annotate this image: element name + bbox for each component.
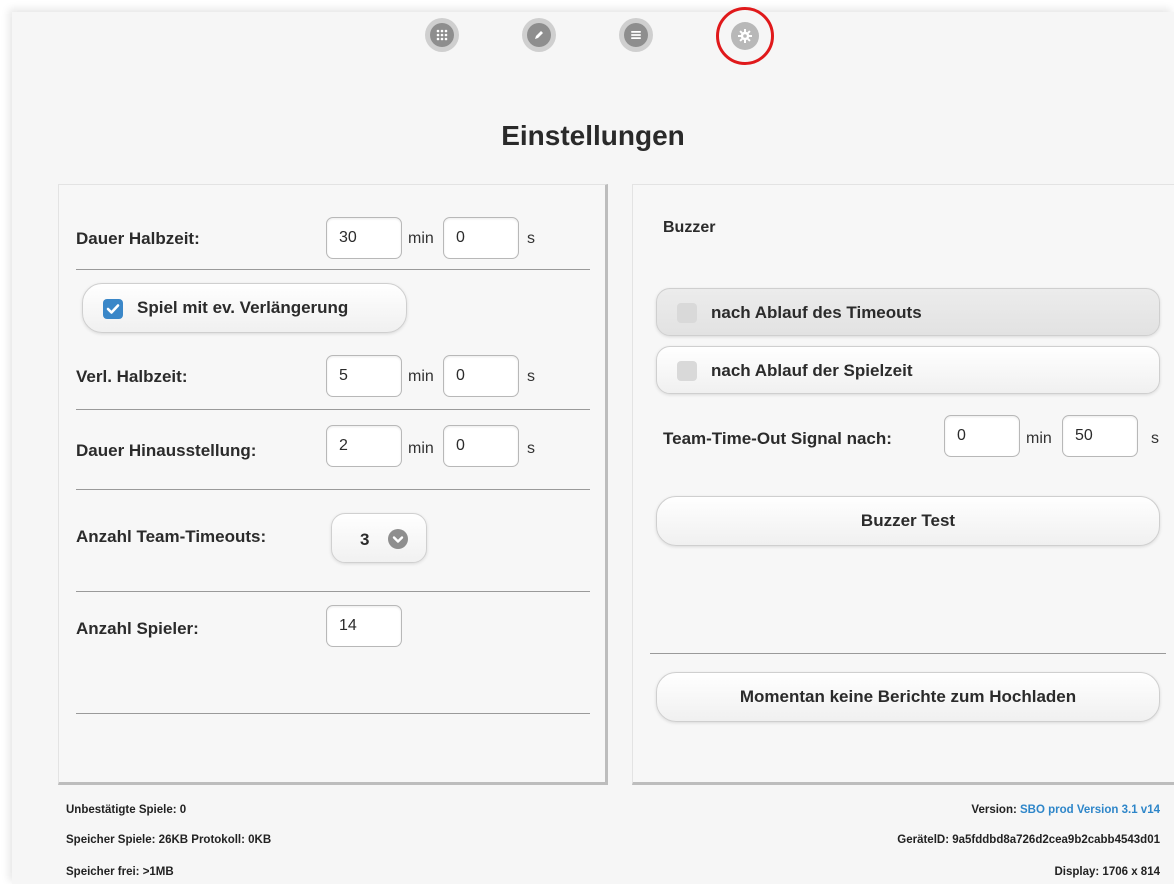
version-label: Version: [971,804,1017,816]
nav-grid-button[interactable] [425,18,459,52]
halftime-label: Dauer Halbzeit: [76,229,200,248]
footer-device-id: GerätelD: 9a5fddbd8a726d2cea9b2cabb4543d… [897,834,1160,846]
overtime-toggle[interactable]: Spiel mit ev. Verlängerung [82,283,407,333]
divider [76,409,590,410]
suspension-minutes-field[interactable]: 2 [326,425,402,467]
after-gametime-label: nach Ablauf der Spielzeit [711,361,913,380]
gear-icon [731,22,759,50]
overtime-label: Spiel mit ev. Verlängerung [137,298,349,317]
version-link[interactable]: SBO prod Version 3.1 v14 [1020,804,1160,816]
signal-label: Team-Time-Out Signal nach: [663,429,892,448]
grid-icon [430,23,454,47]
players-field[interactable]: 14 [326,605,402,647]
buzzer-test-button[interactable]: Buzzer Test [656,496,1160,546]
divider [76,489,590,490]
halftime-min-unit: min [408,230,434,247]
checkbox-unchecked-icon[interactable] [677,303,697,323]
team-timeouts-value: 3 [360,530,370,549]
suspension-s-unit: s [527,440,535,457]
footer-version: Version: SBO prod Version 3.1 v14 [971,804,1160,816]
after-timeout-label: nach Ablauf des Timeouts [711,303,922,322]
nav-edit-button[interactable] [522,18,556,52]
signal-min-unit: min [1026,430,1052,447]
overtime-s-unit: s [527,368,535,385]
suspension-seconds-field[interactable]: 0 [443,425,519,467]
players-label: Anzahl Spieler: [76,619,199,638]
footer-free-storage: Speicher frei: >1MB [66,866,174,878]
footer-unconfirmed-games: Unbestätigte Spiele: 0 [66,804,187,816]
halftime-seconds-field[interactable]: 0 [443,217,519,259]
overtime-seconds-field[interactable]: 0 [443,355,519,397]
signal-minutes-field[interactable]: 0 [944,415,1020,457]
game-settings-panel: Dauer Halbzeit: 30 min 0 s Spiel mit ev.… [58,184,608,785]
buzzer-after-timeout-toggle[interactable]: nach Ablauf des Timeouts [656,288,1160,336]
suspension-label: Dauer Hinausstellung: [76,441,257,460]
buzzer-after-gametime-toggle[interactable]: nach Ablauf der Spielzeit [656,346,1160,394]
page-title: Einstellungen [501,120,685,151]
signal-seconds-field[interactable]: 50 [1062,415,1138,457]
checkbox-unchecked-icon[interactable] [677,361,697,381]
signal-s-unit: s [1151,430,1159,447]
buzzer-settings-panel: Buzzer nach Ablauf des Timeouts nach Abl… [632,184,1174,785]
divider [76,269,590,270]
halftime-minutes-field[interactable]: 30 [326,217,402,259]
overtime-half-label: Verl. Halbzeit: [76,367,188,386]
checkbox-checked-icon[interactable] [103,299,123,319]
footer-storage: Speicher Spiele: 26KB Protokoll: 0KB [66,834,272,846]
divider [650,653,1166,654]
team-timeouts-label: Anzahl Team-Timeouts: [76,527,267,546]
nav-list-button[interactable] [619,18,653,52]
list-icon [624,23,648,47]
upload-reports-button[interactable]: Momentan keine Berichte zum Hochladen [656,672,1160,722]
suspension-min-unit: min [408,440,434,457]
divider [76,713,590,714]
app-window: Einstellungen Dauer Halbzeit: 30 min 0 s… [12,7,1174,884]
halftime-s-unit: s [527,230,535,247]
team-timeouts-select[interactable]: 3 [331,513,427,563]
divider [76,591,590,592]
footer-display: Display: 1706 x 814 [1054,866,1161,878]
chevron-down-icon [388,529,408,549]
overtime-minutes-field[interactable]: 5 [326,355,402,397]
nav-settings-button[interactable] [716,7,774,65]
overtime-min-unit: min [408,368,434,385]
buzzer-section-title: Buzzer [663,219,716,236]
pencil-icon [527,23,551,47]
